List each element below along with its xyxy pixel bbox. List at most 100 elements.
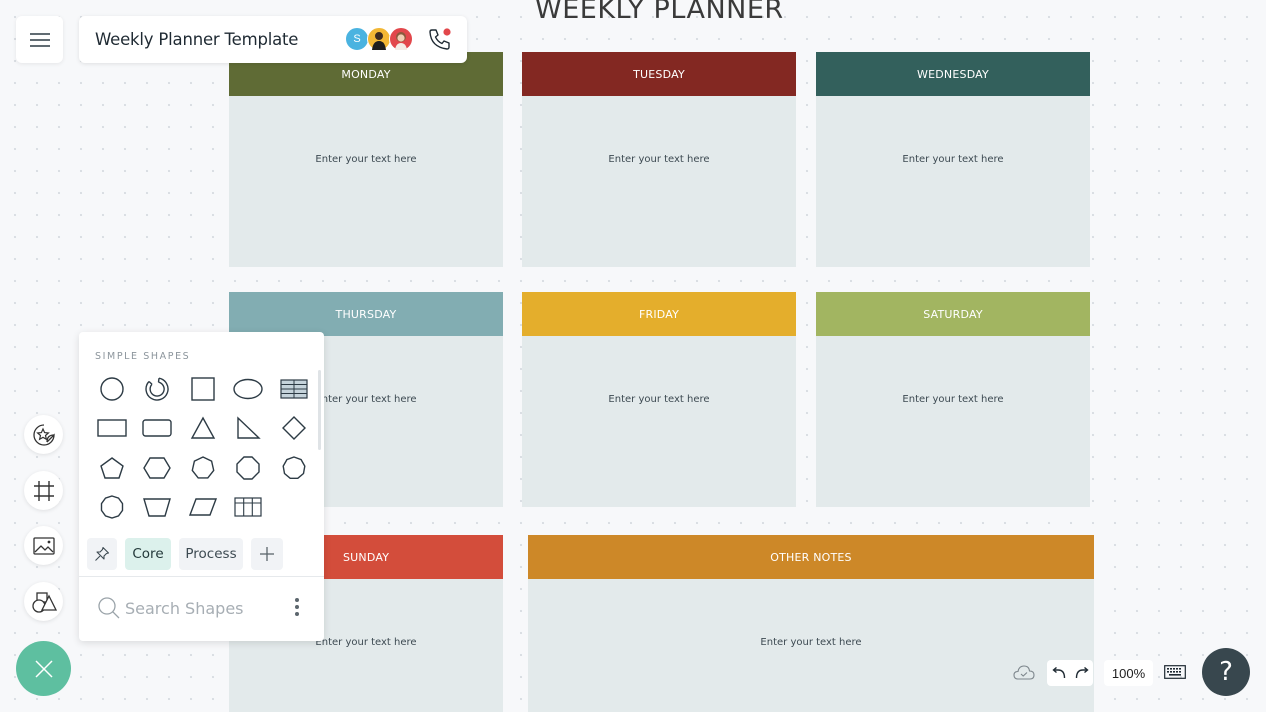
ring-icon — [145, 377, 169, 401]
diamond-icon — [281, 416, 306, 441]
frame-tool-button[interactable] — [24, 471, 63, 510]
close-panel-button[interactable] — [16, 641, 71, 696]
card-text: Enter your text here — [315, 637, 417, 648]
search-shapes-input[interactable] — [125, 598, 275, 618]
main-menu-button[interactable] — [16, 16, 63, 63]
kebab-menu-icon[interactable] — [295, 598, 299, 616]
card-text: Enter your text here — [315, 394, 417, 405]
table-striped-icon — [280, 379, 308, 399]
octagon-icon — [236, 456, 260, 480]
card-body[interactable]: Enter your text here — [528, 579, 1094, 712]
heptagon-icon — [191, 455, 215, 479]
card-text: Enter your text here — [902, 394, 1004, 405]
sync-status — [1013, 663, 1035, 686]
right-triangle-icon — [237, 416, 261, 439]
shape-octagon[interactable] — [226, 448, 272, 488]
card-body[interactable]: Enter your text here — [816, 336, 1090, 507]
card-wednesday[interactable]: WEDNESDAY Enter your text here — [816, 52, 1090, 267]
card-header: TUESDAY — [522, 52, 796, 96]
section-label: SIMPLE SHAPES — [95, 351, 191, 362]
shapes-panel: SIMPLE SHAPES Core Process — [79, 332, 324, 641]
shape-grid — [89, 369, 317, 527]
tab-pinned[interactable] — [87, 538, 117, 570]
tab-process[interactable]: Process — [179, 538, 243, 570]
card-header: SATURDAY — [816, 292, 1090, 336]
call-button[interactable] — [427, 26, 453, 57]
image-icon — [32, 536, 55, 555]
panel-divider — [79, 576, 324, 577]
rounded-rectangle-icon — [142, 419, 172, 437]
card-text: Enter your text here — [902, 154, 1004, 165]
shape-diamond[interactable] — [271, 409, 317, 449]
shape-hexagon[interactable] — [135, 448, 181, 488]
card-body[interactable]: Enter your text here — [522, 336, 796, 507]
shape-parallelogram[interactable] — [180, 488, 226, 528]
stickers-button[interactable] — [24, 415, 63, 454]
avatar[interactable]: S — [345, 27, 369, 51]
panel-scrollbar[interactable] — [318, 370, 321, 450]
avatar[interactable] — [367, 27, 391, 51]
sticker-star-icon — [32, 423, 55, 446]
cloud-check-icon — [1013, 665, 1035, 680]
triangle-icon — [190, 416, 215, 439]
trapezoid-icon — [143, 498, 172, 517]
parallelogram-icon — [188, 498, 217, 516]
card-text: Enter your text here — [315, 154, 417, 165]
card-text: Enter your text here — [608, 154, 710, 165]
shape-triangle[interactable] — [180, 409, 226, 449]
card-tuesday[interactable]: TUESDAY Enter your text here — [522, 52, 796, 267]
card-friday[interactable]: FRIDAY Enter your text here — [522, 292, 796, 507]
shape-decagon[interactable] — [89, 488, 135, 528]
shapes-tool-button[interactable] — [24, 582, 63, 621]
zoom-level-button[interactable]: 100% — [1104, 660, 1153, 686]
close-icon — [34, 659, 53, 678]
pin-icon — [95, 546, 110, 561]
shape-rectangle[interactable] — [89, 409, 135, 449]
shape-ring[interactable] — [135, 369, 181, 409]
card-monday[interactable]: MONDAY Enter your text here — [229, 52, 503, 267]
tab-core[interactable]: Core — [125, 538, 171, 570]
phone-icon — [429, 28, 451, 50]
board-title: WEEKLY PLANNER — [535, 0, 784, 25]
card-saturday[interactable]: SATURDAY Enter your text here — [816, 292, 1090, 507]
hamburger-icon — [29, 32, 50, 47]
shape-library-tabs: Core Process — [87, 538, 283, 570]
shape-ellipse[interactable] — [226, 369, 272, 409]
ellipse-icon — [233, 378, 263, 399]
nonagon-icon — [282, 456, 306, 479]
shape-nonagon[interactable] — [271, 448, 317, 488]
title-bar: Weekly Planner Template S — [79, 16, 467, 63]
card-other-notes[interactable]: OTHER NOTES Enter your text here — [528, 535, 1094, 712]
square-icon — [191, 377, 215, 401]
shape-search — [97, 596, 275, 620]
undo-icon[interactable] — [1051, 667, 1066, 679]
hexagon-icon — [143, 457, 172, 479]
help-button[interactable]: ? — [1202, 648, 1250, 696]
card-body[interactable]: Enter your text here — [522, 96, 796, 267]
keyboard-icon — [1164, 665, 1186, 679]
shape-square[interactable] — [180, 369, 226, 409]
add-library-button[interactable] — [251, 538, 283, 570]
card-body[interactable]: Enter your text here — [816, 96, 1090, 267]
redo-icon[interactable] — [1075, 667, 1089, 679]
shape-table-grid[interactable] — [226, 488, 272, 528]
document-title[interactable]: Weekly Planner Template — [95, 30, 298, 49]
shape-table-striped[interactable] — [271, 369, 317, 409]
keyboard-shortcuts-button[interactable] — [1164, 665, 1186, 684]
image-tool-button[interactable] — [24, 526, 63, 565]
card-header: WEDNESDAY — [816, 52, 1090, 96]
shape-rounded-rectangle[interactable] — [135, 409, 181, 449]
decagon-icon — [100, 495, 123, 519]
shape-right-triangle[interactable] — [226, 409, 272, 449]
plus-icon — [260, 547, 274, 561]
circle-icon — [100, 377, 124, 401]
shape-pentagon[interactable] — [89, 448, 135, 488]
user-photo-icon — [372, 32, 386, 50]
card-body[interactable]: Enter your text here — [229, 96, 503, 267]
card-header: FRIDAY — [522, 292, 796, 336]
rectangle-icon — [97, 419, 127, 437]
shape-trapezoid[interactable] — [135, 488, 181, 528]
avatar[interactable] — [389, 27, 413, 51]
shape-heptagon[interactable] — [180, 448, 226, 488]
shape-circle[interactable] — [89, 369, 135, 409]
